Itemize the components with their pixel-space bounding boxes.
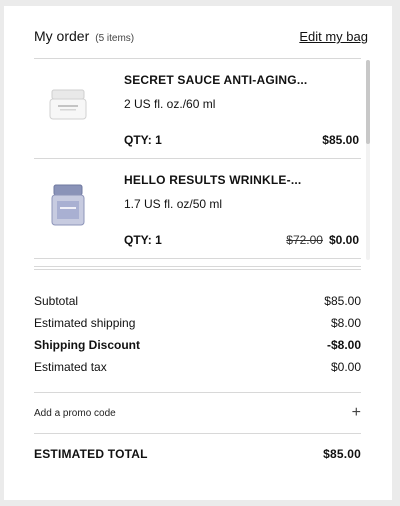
item-price-value: $0.00 bbox=[328, 233, 359, 247]
subtotal-row: Subtotal $85.00 bbox=[34, 290, 361, 312]
promo-code-toggle[interactable]: Add a promo code + bbox=[34, 392, 361, 434]
item-price: $85.00 bbox=[322, 133, 359, 147]
item-original-price: $72.00 bbox=[286, 233, 323, 247]
item-qty: QTY: 1 bbox=[124, 133, 162, 147]
shipping-value: $8.00 bbox=[330, 316, 361, 330]
estimated-total-value: $85.00 bbox=[323, 447, 361, 461]
order-header: My order (5 items) Edit my bag bbox=[34, 28, 368, 46]
item-name[interactable]: HELLO RESULTS WRINKLE-... bbox=[124, 173, 353, 187]
subtotal-label: Subtotal bbox=[34, 294, 79, 308]
tax-value: $0.00 bbox=[330, 360, 361, 374]
tax-row: Estimated tax $0.00 bbox=[34, 356, 361, 378]
items-divider bbox=[34, 266, 361, 270]
shipping-discount-row: Shipping Discount -$8.00 bbox=[34, 334, 361, 356]
subtotal-value: $85.00 bbox=[324, 294, 361, 308]
tax-label: Estimated tax bbox=[34, 360, 107, 374]
estimated-total-row: ESTIMATED TOTAL $85.00 bbox=[34, 447, 361, 461]
order-title-group: My order (5 items) bbox=[34, 28, 134, 46]
order-items-list[interactable]: SECRET SAUCE ANTI-AGING... 2 US fl. oz./… bbox=[34, 58, 361, 264]
item-price: $72.00 $0.00 bbox=[286, 233, 359, 247]
list-item[interactable]: HELLO RESULTS WRINKLE-... 1.7 US fl. oz/… bbox=[34, 159, 361, 259]
cost-summary: Subtotal $85.00 Estimated shipping $8.00… bbox=[34, 290, 361, 378]
white-jar-icon bbox=[48, 77, 88, 133]
shipping-row: Estimated shipping $8.00 bbox=[34, 312, 361, 334]
promo-code-label: Add a promo code bbox=[34, 407, 116, 419]
shipping-discount-label: Shipping Discount bbox=[34, 338, 140, 352]
edit-bag-link[interactable]: Edit my bag bbox=[299, 29, 368, 44]
order-title: My order bbox=[34, 28, 90, 44]
estimated-total-label: ESTIMATED TOTAL bbox=[34, 447, 148, 461]
list-item[interactable]: SECRET SAUCE ANTI-AGING... 2 US fl. oz./… bbox=[34, 59, 361, 159]
item-size: 1.7 US fl. oz/50 ml bbox=[124, 197, 223, 211]
item-price-value: $85.00 bbox=[322, 133, 359, 147]
shipping-discount-value: -$8.00 bbox=[326, 338, 361, 352]
blue-jar-icon bbox=[48, 177, 88, 233]
item-name[interactable]: SECRET SAUCE ANTI-AGING... bbox=[124, 73, 353, 87]
item-qty: QTY: 1 bbox=[124, 233, 162, 247]
plus-icon[interactable]: + bbox=[352, 405, 361, 421]
items-scrollbar-thumb[interactable] bbox=[366, 60, 370, 144]
item-size: 2 US fl. oz./60 ml bbox=[124, 97, 216, 111]
item-count: (5 items) bbox=[95, 33, 135, 44]
shipping-label: Estimated shipping bbox=[34, 316, 136, 330]
